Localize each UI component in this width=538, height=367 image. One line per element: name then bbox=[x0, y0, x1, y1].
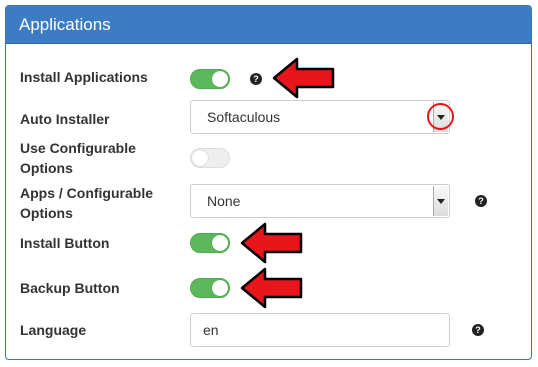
question-circle-icon[interactable]: ? bbox=[250, 73, 262, 85]
red-arrow-left-icon bbox=[272, 57, 335, 99]
toggle-knob bbox=[192, 150, 208, 166]
backup-button-label: Backup Button bbox=[20, 280, 120, 296]
language-value: en bbox=[203, 322, 219, 338]
apps-configurable-options-label: Apps / Configurable Options bbox=[20, 185, 153, 221]
install-button-label: Install Button bbox=[20, 235, 110, 251]
auto-installer-value: Softaculous bbox=[207, 109, 281, 125]
use-configurable-options-label: Use Configurable Options bbox=[20, 140, 136, 176]
question-circle-icon[interactable]: ? bbox=[472, 324, 484, 336]
dropdown-button[interactable] bbox=[433, 186, 448, 216]
red-arrow-left-icon bbox=[240, 267, 303, 309]
toggle-knob bbox=[212, 235, 228, 251]
red-arrow-left-icon bbox=[240, 222, 303, 264]
install-applications-label: Install Applications bbox=[20, 69, 148, 85]
language-input[interactable]: en bbox=[190, 313, 450, 347]
apps-configurable-options-value: None bbox=[207, 193, 241, 209]
backup-button-toggle[interactable] bbox=[190, 278, 230, 298]
install-button-toggle[interactable] bbox=[190, 233, 230, 253]
chevron-down-icon bbox=[437, 199, 445, 204]
language-label: Language bbox=[20, 322, 87, 338]
auto-installer-label: Auto Installer bbox=[20, 111, 110, 127]
panel-header: Applications bbox=[6, 6, 531, 44]
use-configurable-options-toggle[interactable] bbox=[190, 148, 230, 168]
toggle-knob bbox=[212, 280, 228, 296]
auto-installer-select[interactable]: Softaculous bbox=[190, 100, 450, 134]
red-circle-highlight bbox=[427, 103, 454, 130]
install-applications-toggle[interactable] bbox=[190, 69, 230, 89]
panel-title: Applications bbox=[19, 15, 111, 34]
toggle-knob bbox=[212, 71, 228, 87]
apps-configurable-options-select[interactable]: None bbox=[190, 184, 450, 218]
question-circle-icon[interactable]: ? bbox=[475, 195, 487, 207]
